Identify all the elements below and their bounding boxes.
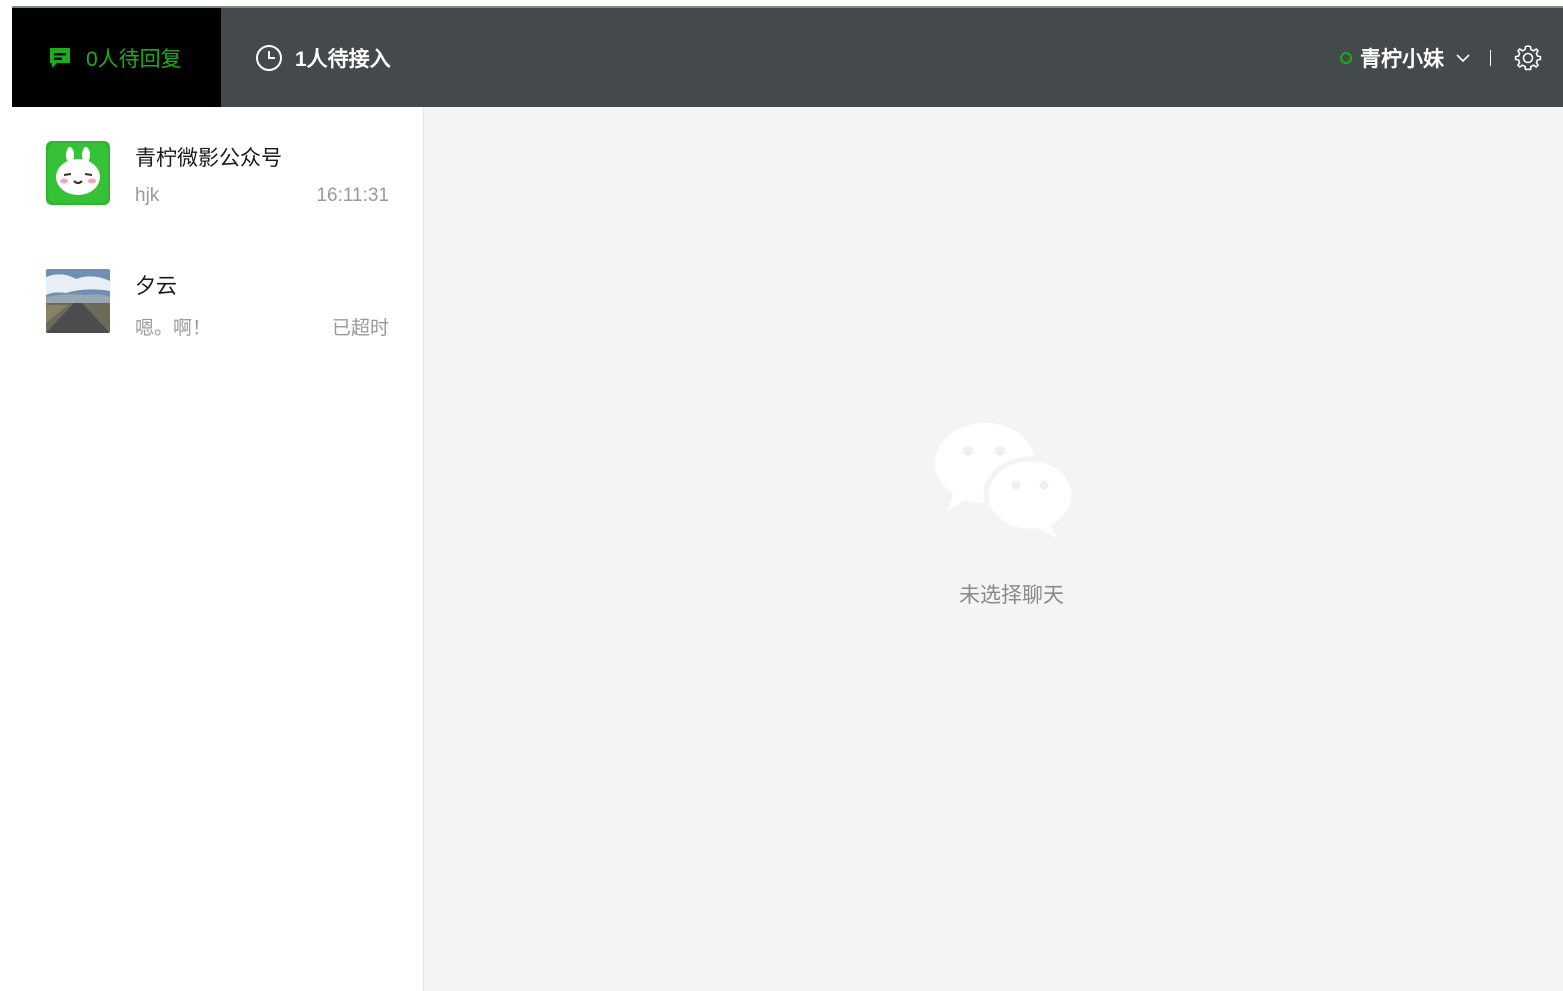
topbar-account-area: 青柠小妹 [1340, 8, 1563, 107]
conversation-item[interactable]: 青柠微影公众号 hjk 16:11:31 [12, 107, 423, 235]
clock-icon [255, 44, 283, 72]
conversation-item[interactable]: 夕云 嗯。啊！ 已超时 [12, 235, 423, 363]
online-status-icon [1340, 51, 1352, 64]
green-bunny-avatar [46, 141, 110, 205]
app-window: 0人待回复 1人待接入 青柠小妹 青柠微影公众号 hjk 16:11:31 夕云… [12, 8, 1563, 991]
conversation-name: 青柠微影公众号 [135, 147, 282, 170]
chat-area: 未选择聊天 [424, 107, 1563, 991]
conversation-name: 夕云 [135, 275, 177, 298]
tab-waiting-access[interactable]: 1人待接入 [221, 8, 451, 107]
wechat-logo-icon [935, 423, 1077, 539]
chevron-down-icon [1456, 53, 1470, 62]
empty-chat-text: 未选择聊天 [959, 584, 1064, 607]
message-icon [46, 44, 74, 72]
conversation-preview: hjk [135, 185, 160, 206]
tab-pending-reply[interactable]: 0人待回复 [12, 8, 221, 107]
tab-pending-reply-label: 0人待回复 [86, 47, 182, 71]
divider [1490, 49, 1491, 66]
top-bar: 0人待回复 1人待接入 青柠小妹 [12, 8, 1563, 107]
gear-icon[interactable] [1513, 43, 1543, 73]
tab-waiting-access-label: 1人待接入 [295, 47, 391, 71]
conversation-time: 16:11:31 [316, 185, 389, 206]
conversation-list: 青柠微影公众号 hjk 16:11:31 夕云 嗯。啊！ 已超时 [12, 107, 424, 991]
account-name: 青柠小妹 [1360, 47, 1444, 71]
conversation-status: 已超时 [331, 318, 389, 339]
conversation-preview: 嗯。啊！ [135, 318, 212, 339]
account-dropdown[interactable]: 青柠小妹 [1340, 43, 1472, 73]
road-landscape-avatar [46, 269, 110, 333]
